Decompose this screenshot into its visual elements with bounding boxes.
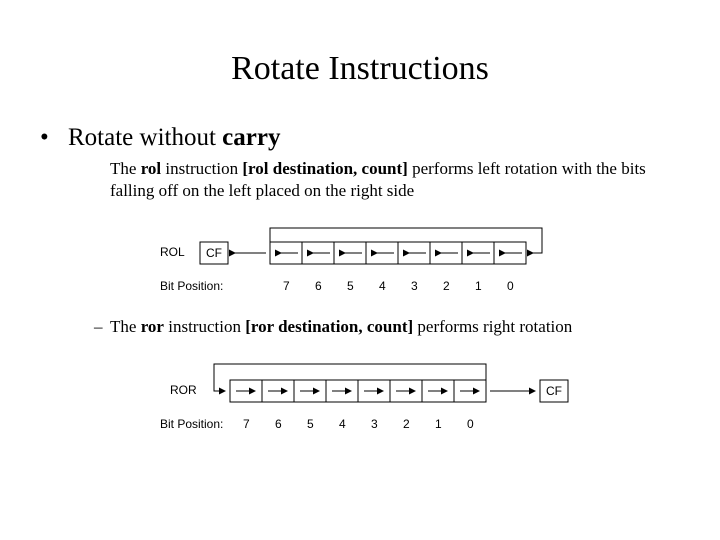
bit-4: 4 xyxy=(379,279,386,293)
bitpos-label-rol: Bit Position: xyxy=(160,279,223,293)
cf-label-ror: CF xyxy=(546,384,562,398)
bit-1: 1 xyxy=(475,279,482,293)
r-bit-0: 0 xyxy=(467,417,474,431)
bullet-text: Rotate without carry xyxy=(68,124,280,152)
bullet-rotate-without-carry: • Rotate without carry xyxy=(40,124,680,152)
r-bit-2: 2 xyxy=(403,417,410,431)
ror-label: ROR xyxy=(170,383,197,397)
cf-label-rol: CF xyxy=(206,246,222,260)
ror-diagram: ROR CF xyxy=(40,350,680,442)
r-bit-6: 6 xyxy=(275,417,282,431)
bit-6: 6 xyxy=(315,279,322,293)
bit-5: 5 xyxy=(347,279,354,293)
rol-pre: The xyxy=(110,159,141,178)
ror-text: The ror instruction [ror destination, co… xyxy=(110,316,572,338)
ror-syntax: [ror destination, count] xyxy=(245,317,413,336)
bit-3: 3 xyxy=(411,279,418,293)
sub-bullet-marker: – xyxy=(94,316,110,338)
bitpos-label-ror: Bit Position: xyxy=(160,417,223,431)
rol-syntax: [rol destination, count] xyxy=(242,159,407,178)
rol-diagram-svg: ROL CF xyxy=(40,214,600,306)
r-bit-3: 3 xyxy=(371,417,378,431)
bit-0: 0 xyxy=(507,279,514,293)
ror-post: performs right rotation xyxy=(413,317,572,336)
r-bit-4: 4 xyxy=(339,417,346,431)
ror-pre: The xyxy=(110,317,141,336)
bullet-bold: carry xyxy=(222,124,280,151)
rol-diagram: ROL CF xyxy=(40,214,680,306)
bullet-lead: Rotate without xyxy=(68,124,222,151)
rol-mid: instruction xyxy=(161,159,242,178)
ror-description: – The ror instruction [ror destination, … xyxy=(94,316,650,338)
ror-diagram-svg: ROR CF xyxy=(40,350,660,442)
bit-2: 2 xyxy=(443,279,450,293)
ror-keyword: ror xyxy=(141,317,164,336)
r-bit-1: 1 xyxy=(435,417,442,431)
slide-title: Rotate Instructions xyxy=(40,50,680,88)
bullet-marker: • xyxy=(40,125,68,150)
rol-keyword: rol xyxy=(141,159,161,178)
slide: Rotate Instructions • Rotate without car… xyxy=(0,0,720,540)
bit-7: 7 xyxy=(283,279,290,293)
rol-label: ROL xyxy=(160,245,185,259)
rol-description: The rol instruction [rol destination, co… xyxy=(110,158,650,202)
ror-mid: instruction xyxy=(164,317,245,336)
r-bit-5: 5 xyxy=(307,417,314,431)
r-bit-7: 7 xyxy=(243,417,250,431)
